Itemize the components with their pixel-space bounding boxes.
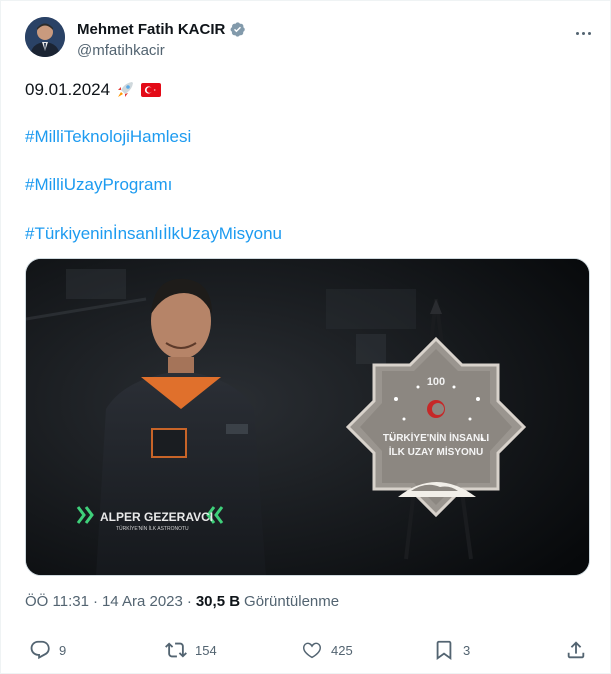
meta-separator: ·	[186, 593, 192, 610]
reply-button[interactable]: 9	[29, 639, 66, 661]
tweet-date[interactable]: 14 Ara 2023	[102, 593, 183, 610]
bookmark-icon	[436, 640, 452, 661]
reply-count: 9	[59, 642, 67, 658]
more-options-button[interactable]	[571, 23, 595, 43]
tweet-card: Mehmet Fatih KACIR @mfatihkacir 09.01.20…	[0, 0, 611, 674]
tweet-header: Mehmet Fatih KACIR @mfatihkacir	[25, 17, 595, 65]
lower-third-name: ALPER GEZERAVCI	[100, 510, 213, 524]
turkey-flag-icon	[141, 83, 162, 97]
heart-icon	[303, 642, 321, 659]
avatar[interactable]	[25, 17, 65, 57]
bookmark-button[interactable]: 3	[433, 639, 470, 661]
bookmark-count: 3	[463, 642, 471, 658]
retweet-icon	[165, 642, 187, 658]
verified-badge-icon	[230, 22, 246, 37]
video-media[interactable]: ALPER GEZERAVCI TÜRKİYE'NİN İLK ASTRONOT…	[25, 258, 590, 576]
hashtag-link[interactable]: #MilliUzayProgramı	[25, 174, 172, 196]
mission-emblem: 100 TÜRKİYE'NİN İNSANLI İLK UZAY MİSYONU	[345, 336, 527, 518]
like-count: 425	[331, 642, 353, 658]
retweet-count: 154	[195, 642, 217, 658]
tweet-text-date: 09.01.2024	[25, 79, 162, 101]
emblem-number: 100	[427, 376, 445, 388]
reply-icon	[30, 640, 50, 660]
tweet-actions: 9 154 425 3	[25, 639, 590, 665]
rocket-icon	[118, 82, 134, 97]
emblem-line-1: TÜRKİYE'NİN İNSANLI	[383, 431, 489, 444]
retweet-button[interactable]: 154	[165, 639, 217, 661]
tweet-time[interactable]: ÖÖ 11:31	[25, 593, 89, 610]
dot-icon	[587, 31, 591, 35]
lower-third-title: TÜRKİYE'NİN İLK ASTRONOTU	[116, 525, 189, 532]
emblem-line-2: İLK UZAY MİSYONU	[389, 445, 483, 458]
views-label: Görüntülenme	[244, 593, 340, 610]
dot-icon	[581, 31, 585, 35]
meta-separator: ·	[92, 593, 98, 610]
tweet-meta: ÖÖ 11:31 · 14 Ara 2023 · 30,5 B Görüntül…	[25, 593, 339, 610]
author-name[interactable]: Mehmet Fatih KACIR	[77, 21, 225, 38]
like-button[interactable]: 425	[301, 639, 353, 661]
share-icon	[567, 641, 585, 659]
dot-icon	[575, 31, 579, 35]
author-name-row: Mehmet Fatih KACIR	[77, 21, 246, 38]
tweet-date-text: 09.01.2024	[25, 80, 111, 99]
hashtag-link[interactable]: #TürkiyeninİnsanlıİlkUzayMisyonu	[25, 223, 282, 245]
hashtag-link[interactable]: #MilliTeknolojiHamlesi	[25, 126, 191, 148]
share-button[interactable]	[565, 639, 587, 661]
author-handle[interactable]: @mfatihkacir	[77, 42, 165, 59]
views-count: 30,5 B	[195, 593, 241, 610]
